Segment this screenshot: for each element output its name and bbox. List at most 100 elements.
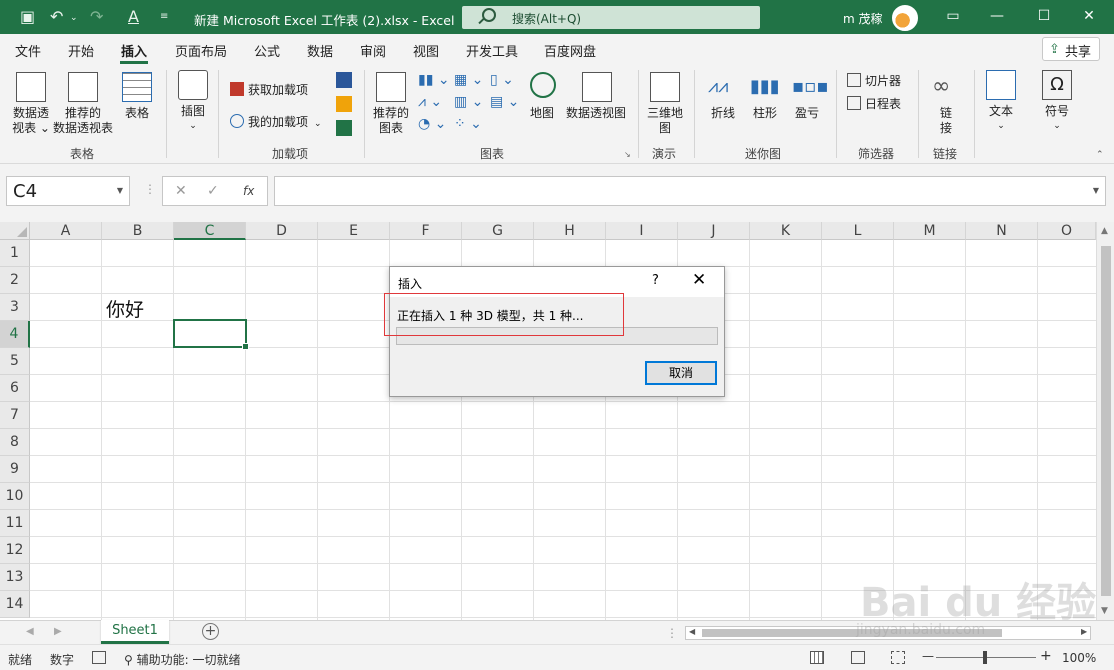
sparkline-winloss-icon[interactable]: ▪▫▪	[792, 76, 829, 97]
table-button[interactable]: 表格	[120, 106, 154, 121]
my-addins-button[interactable]: 我的加载项 ⌄	[230, 113, 322, 130]
row-header-12[interactable]: 12	[0, 537, 30, 564]
column-header-j[interactable]: J	[678, 222, 750, 240]
column-chart-icon[interactable]: ▮▮ ⌄	[418, 72, 450, 88]
3d-map-button[interactable]: 三维地 图	[644, 106, 686, 136]
add-sheet-button[interactable]: +	[202, 623, 219, 640]
zoom-in-button[interactable]: +	[1040, 648, 1052, 664]
3d-map-icon[interactable]	[650, 72, 680, 102]
close-button[interactable]: ✕	[1074, 8, 1104, 24]
illustrations-button[interactable]: 插图	[176, 104, 210, 119]
table-icon[interactable]	[122, 72, 152, 102]
link-icon[interactable]: ∞	[932, 74, 950, 99]
text-dropdown-icon[interactable]: ⌄	[994, 119, 1008, 134]
search-box[interactable]: 搜索(Alt+Q)	[462, 6, 760, 29]
text-button[interactable]: 文本	[984, 104, 1018, 119]
map-chart-icon[interactable]	[530, 72, 556, 98]
avatar[interactable]	[892, 5, 918, 31]
dialog-launcher-icon[interactable]: ↘	[624, 150, 631, 159]
waterfall-chart-icon[interactable]: ▯ ⌄	[490, 72, 514, 88]
zoom-level[interactable]: 100%	[1062, 651, 1096, 665]
column-header-i[interactable]: I	[606, 222, 678, 240]
illustrations-dropdown-icon[interactable]: ⌄	[186, 119, 200, 134]
column-header-g[interactable]: G	[462, 222, 534, 240]
cell-b3[interactable]: 你好	[106, 295, 144, 322]
font-color-icon[interactable]: A	[128, 7, 139, 26]
recommended-charts-button[interactable]: 推荐的 图表	[370, 106, 412, 136]
enter-icon[interactable]: ✓	[207, 183, 219, 199]
accessibility-status[interactable]: ⚲ 辅助功能: 一切就绪	[124, 651, 240, 668]
link-button[interactable]: 链 接	[934, 106, 958, 136]
pie-chart-icon[interactable]: ◔ ⌄	[418, 116, 446, 132]
sparkline-column-icon[interactable]: ▮▮▮	[750, 76, 780, 97]
collapse-ribbon-icon[interactable]: ⌃	[1096, 150, 1104, 160]
sparkline-line-icon[interactable]: ⩘⩘	[708, 76, 728, 97]
get-addins-button[interactable]: 获取加载项	[230, 81, 308, 98]
name-box[interactable]: C4 ▼	[6, 176, 130, 206]
row-header-3[interactable]: 3	[0, 294, 30, 321]
row-header-5[interactable]: 5	[0, 348, 30, 375]
insert-function-icon[interactable]: fx	[243, 184, 254, 198]
scatter-chart-icon[interactable]: ⁘ ⌄	[454, 116, 482, 132]
customize-qat-icon[interactable]: ≡	[160, 11, 168, 22]
recommended-pivot-icon[interactable]	[68, 72, 98, 102]
column-header-d[interactable]: D	[246, 222, 318, 240]
formula-input[interactable]: ▼	[274, 176, 1106, 206]
zoom-slider-thumb[interactable]	[983, 651, 987, 664]
formula-bar-grip[interactable]: ⋮	[144, 182, 156, 196]
tab-review[interactable]: 审阅	[360, 41, 386, 60]
page-break-view-icon[interactable]	[891, 651, 905, 664]
ribbon-display-icon[interactable]: ▭	[938, 8, 968, 24]
pivot-chart-icon[interactable]	[582, 72, 612, 102]
sheet-next-icon[interactable]: ▶	[54, 626, 62, 637]
row-header-7[interactable]: 7	[0, 402, 30, 429]
row-header-9[interactable]: 9	[0, 456, 30, 483]
column-header-b[interactable]: B	[102, 222, 174, 240]
visio-icon[interactable]	[336, 72, 352, 88]
zoom-out-button[interactable]: —	[922, 649, 934, 663]
user-name[interactable]: m 茂稼	[843, 10, 883, 27]
macro-record-icon[interactable]	[92, 651, 106, 664]
slicer-button[interactable]: 切片器	[847, 72, 901, 89]
column-header-h[interactable]: H	[534, 222, 606, 240]
maximize-button[interactable]: ☐	[1029, 8, 1059, 24]
column-header-c[interactable]: C	[174, 222, 246, 240]
row-header-4[interactable]: 4	[0, 321, 30, 348]
close-icon[interactable]: ✕	[692, 270, 706, 290]
minimize-button[interactable]: —	[982, 8, 1012, 24]
cancel-icon[interactable]: ✕	[175, 183, 187, 199]
timeline-button[interactable]: 日程表	[847, 95, 901, 112]
column-header-n[interactable]: N	[966, 222, 1038, 240]
scroll-down-icon[interactable]: ▼	[1101, 606, 1108, 616]
active-cell-c4[interactable]	[173, 319, 249, 350]
undo-icon[interactable]: ↶	[50, 7, 63, 26]
line-chart-icon[interactable]: ⩘ ⌄	[418, 94, 442, 110]
symbols-button[interactable]: 符号	[1040, 104, 1074, 119]
tab-baidu-netdisk[interactable]: 百度网盘	[544, 41, 596, 60]
bing-maps-icon[interactable]	[336, 96, 352, 112]
page-layout-view-icon[interactable]	[851, 651, 865, 664]
hierarchy-chart-icon[interactable]: ▦ ⌄	[454, 72, 483, 88]
column-header-o[interactable]: O	[1038, 222, 1096, 240]
tab-formulas[interactable]: 公式	[254, 41, 280, 60]
scroll-right-icon[interactable]: ▶	[1081, 627, 1087, 636]
sparkline-winloss-button[interactable]: 盈亏	[790, 106, 824, 121]
tab-page-layout[interactable]: 页面布局	[175, 41, 227, 60]
tab-file[interactable]: 文件	[15, 41, 41, 60]
redo-icon[interactable]: ↷	[90, 7, 103, 26]
tab-insert[interactable]: 插入	[121, 41, 147, 60]
row-header-8[interactable]: 8	[0, 429, 30, 456]
omega-icon[interactable]: Ω	[1042, 70, 1072, 100]
help-icon[interactable]: ?	[652, 273, 659, 288]
tab-split-grip[interactable]: ⋮	[666, 626, 678, 640]
column-header-f[interactable]: F	[390, 222, 462, 240]
expand-formula-icon[interactable]: ▼	[1093, 186, 1099, 195]
column-header-a[interactable]: A	[30, 222, 102, 240]
statistic-chart-icon[interactable]: ▥ ⌄	[454, 94, 483, 110]
vertical-scroll-thumb[interactable]	[1101, 246, 1111, 596]
row-header-14[interactable]: 14	[0, 591, 30, 618]
tab-developer[interactable]: 开发工具	[466, 41, 518, 60]
tab-home[interactable]: 开始	[68, 41, 94, 60]
sparkline-column-button[interactable]: 柱形	[748, 106, 782, 121]
tab-data[interactable]: 数据	[307, 41, 333, 60]
